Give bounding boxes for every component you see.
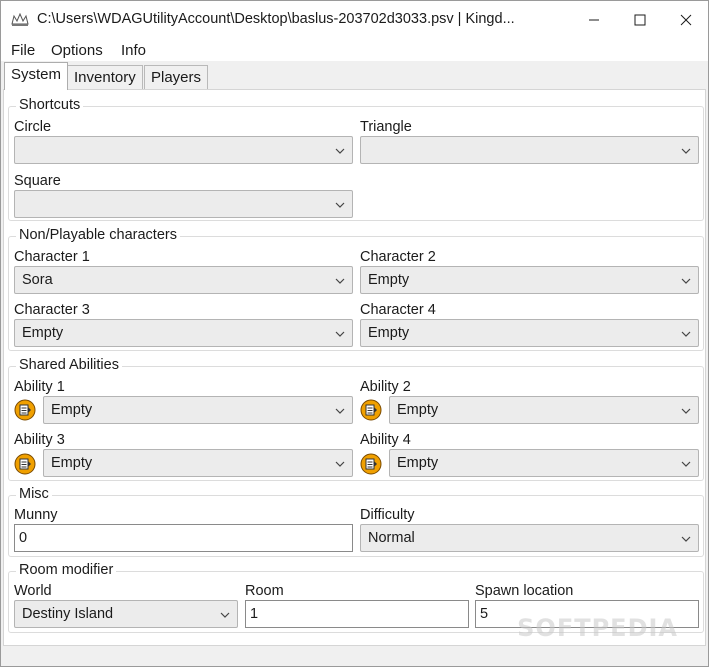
room-input[interactable] — [246, 601, 468, 627]
ability-3-label: Ability 3 — [14, 432, 65, 448]
chevron-down-icon — [335, 278, 345, 284]
world-label: World — [14, 583, 52, 599]
chevron-down-icon — [681, 278, 691, 284]
room-modifier-title: Room modifier — [16, 562, 117, 579]
triangle-label: Triangle — [360, 119, 412, 135]
softpedia-watermark: SOFTPEDIA — [517, 614, 678, 642]
character-3-label: Character 3 — [14, 302, 90, 318]
character-2-dropdown[interactable]: Empty — [360, 266, 699, 294]
ability-scroll-icon — [14, 399, 36, 421]
world-dropdown[interactable]: Destiny Island — [14, 600, 238, 628]
difficulty-value: Normal — [368, 530, 415, 546]
munny-input[interactable] — [15, 525, 352, 551]
characters-title: Non/Playable characters — [16, 227, 180, 244]
misc-title: Misc — [16, 486, 52, 503]
square-label: Square — [14, 173, 61, 189]
shortcuts-group: Shortcuts Circle Triangle Square — [8, 97, 704, 221]
tab-strip: System Inventory Players — [1, 61, 708, 90]
difficulty-label: Difficulty — [360, 507, 415, 523]
ability-scroll-icon — [14, 453, 36, 475]
ability-scroll-icon — [360, 399, 382, 421]
ability-scroll-icon — [360, 453, 382, 475]
munny-label: Munny — [14, 507, 58, 523]
maximize-button[interactable] — [617, 1, 663, 39]
chevron-down-icon — [335, 461, 345, 467]
characters-group: Non/Playable characters Character 1 Sora… — [8, 227, 704, 351]
chevron-down-icon — [335, 202, 345, 208]
abilities-title: Shared Abilities — [16, 357, 122, 374]
world-value: Destiny Island — [22, 606, 114, 622]
tab-players[interactable]: Players — [144, 65, 209, 90]
tab-system[interactable]: System — [4, 62, 69, 90]
ability-2-label: Ability 2 — [360, 379, 411, 395]
menu-info[interactable]: Info — [121, 42, 146, 59]
chevron-down-icon — [681, 408, 691, 414]
room-label: Room — [245, 583, 284, 599]
circle-label: Circle — [14, 119, 52, 135]
ability-2-value: Empty — [397, 402, 439, 418]
close-button[interactable] — [663, 1, 709, 39]
minimize-icon — [589, 19, 599, 21]
crown-app-icon — [11, 13, 29, 26]
window-title: C:\Users\WDAGUtilityAccount\Desktop\basl… — [37, 11, 515, 27]
triangle-dropdown[interactable] — [360, 136, 699, 164]
menu-bar: File Options Info — [1, 39, 708, 61]
spawn-location-label: Spawn location — [475, 583, 574, 599]
character-2-value: Empty — [368, 272, 410, 288]
character-4-dropdown[interactable]: Empty — [360, 319, 699, 347]
chevron-down-icon — [681, 331, 691, 337]
chevron-down-icon — [681, 461, 691, 467]
title-bar[interactable]: C:\Users\WDAGUtilityAccount\Desktop\basl… — [1, 1, 708, 39]
square-dropdown[interactable] — [14, 190, 353, 218]
character-1-label: Character 1 — [14, 249, 90, 265]
menu-file[interactable]: File — [11, 42, 35, 59]
misc-group: Misc Munny Difficulty Normal — [8, 486, 704, 557]
ability-3-value: Empty — [51, 455, 93, 471]
abilities-group: Shared Abilities Ability 1 Empty Ability… — [8, 357, 704, 481]
chevron-down-icon — [335, 408, 345, 414]
ability-4-value: Empty — [397, 455, 439, 471]
character-3-value: Empty — [22, 325, 64, 341]
ability-4-label: Ability 4 — [360, 432, 411, 448]
chevron-down-icon — [335, 331, 345, 337]
character-3-dropdown[interactable]: Empty — [14, 319, 353, 347]
chevron-down-icon — [220, 612, 230, 618]
ability-4-dropdown[interactable]: Empty — [389, 449, 699, 477]
ability-3-dropdown[interactable]: Empty — [43, 449, 353, 477]
shortcuts-title: Shortcuts — [16, 97, 84, 114]
ability-1-dropdown[interactable]: Empty — [43, 396, 353, 424]
app-window: C:\Users\WDAGUtilityAccount\Desktop\basl… — [0, 0, 709, 667]
character-4-label: Character 4 — [360, 302, 436, 318]
character-1-value: Sora — [22, 272, 53, 288]
character-2-label: Character 2 — [360, 249, 436, 265]
menu-options[interactable]: Options — [51, 42, 103, 59]
character-1-dropdown[interactable]: Sora — [14, 266, 353, 294]
difficulty-dropdown[interactable]: Normal — [360, 524, 699, 552]
ability-2-dropdown[interactable]: Empty — [389, 396, 699, 424]
ability-1-label: Ability 1 — [14, 379, 65, 395]
munny-field[interactable] — [14, 524, 353, 552]
chevron-down-icon — [335, 148, 345, 154]
chevron-down-icon — [681, 536, 691, 542]
chevron-down-icon — [681, 148, 691, 154]
character-4-value: Empty — [368, 325, 410, 341]
close-icon — [680, 14, 692, 26]
system-tab-panel: Shortcuts Circle Triangle Square Non/Pla… — [3, 89, 706, 646]
room-field[interactable] — [245, 600, 469, 628]
circle-dropdown[interactable] — [14, 136, 353, 164]
ability-1-value: Empty — [51, 402, 93, 418]
minimize-button[interactable] — [571, 1, 617, 39]
maximize-icon — [634, 14, 646, 26]
tab-inventory[interactable]: Inventory — [67, 65, 143, 90]
